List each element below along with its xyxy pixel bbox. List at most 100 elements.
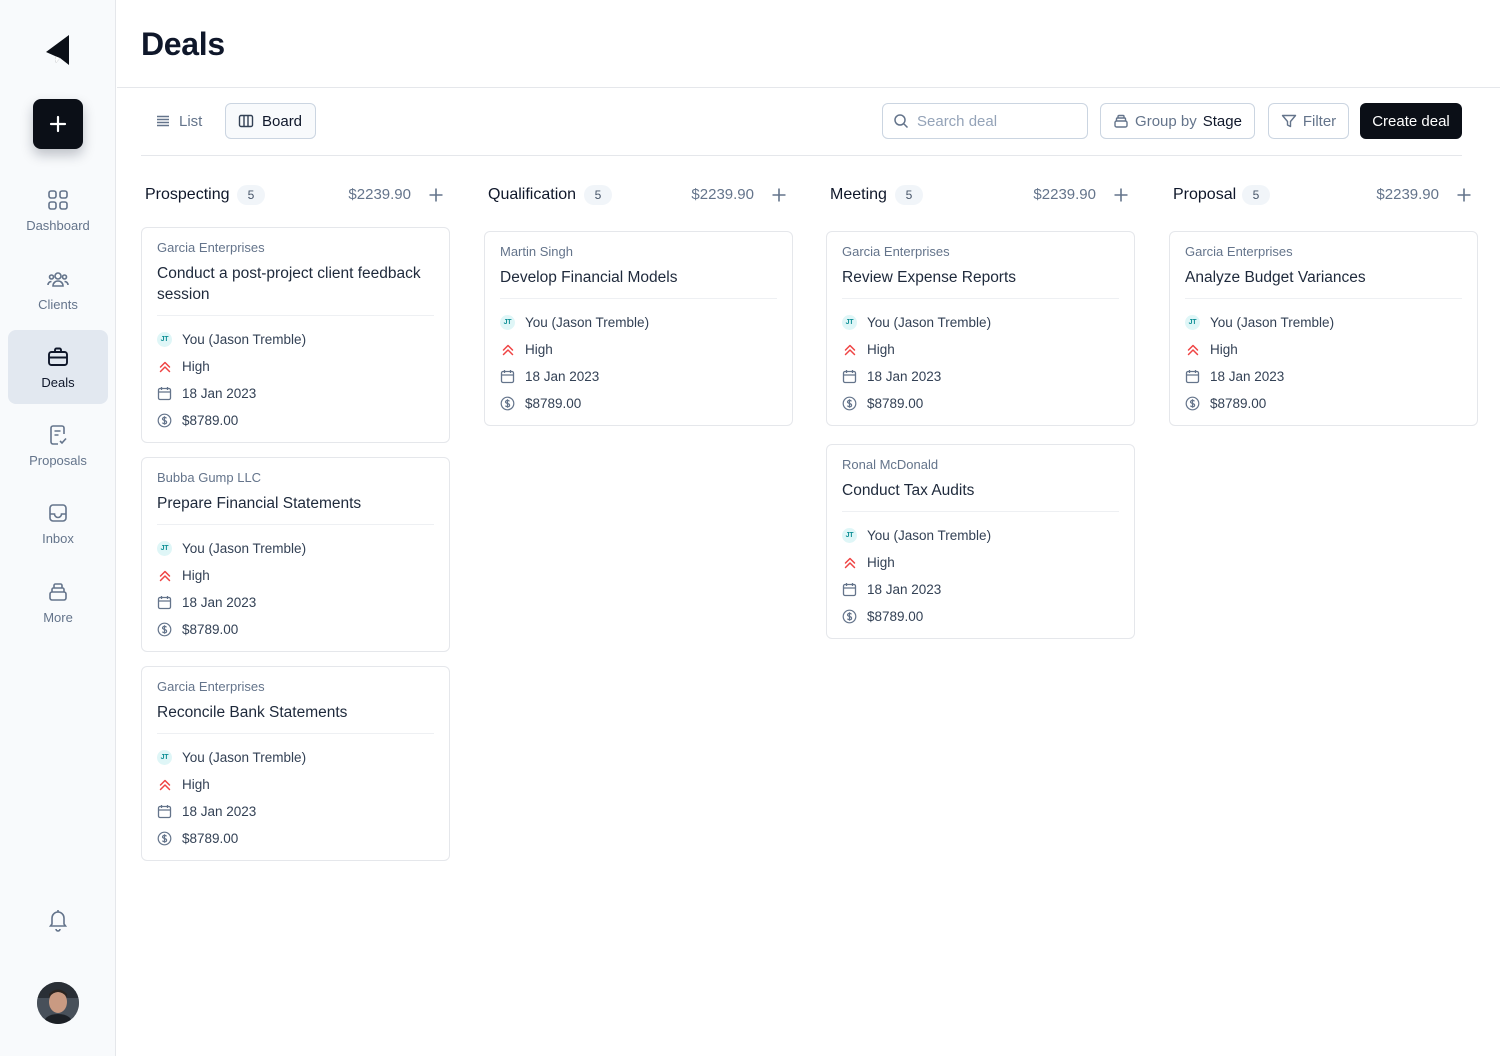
deal-company: Garcia Enterprises — [1185, 244, 1293, 259]
column-name: Meeting — [830, 186, 887, 203]
deal-owner-row: JT You (Jason Tremble) — [842, 309, 1119, 336]
sidebar-item-dashboard[interactable]: Dashboard — [8, 173, 108, 247]
group-by-button[interactable]: Group by Stage — [1100, 103, 1255, 139]
bell-icon[interactable] — [46, 907, 70, 933]
deal-owner: You (Jason Tremble) — [867, 528, 992, 543]
deal-date: 18 Jan 2023 — [867, 582, 942, 597]
sidebar: Dashboard Clients Deals Proposals Inbox … — [0, 0, 116, 1056]
sidebar-item-clients[interactable]: Clients — [8, 252, 108, 326]
deal-card[interactable]: Garcia Enterprises Analyze Budget Varian… — [1169, 231, 1478, 426]
deal-card[interactable]: Garcia Enterprises Review Expense Report… — [826, 231, 1135, 426]
column-total: $2239.90 — [348, 186, 411, 203]
column-name: Prospecting — [145, 186, 230, 203]
priority-high-icon — [159, 779, 170, 790]
deal-date-row: 18 Jan 2023 — [1185, 363, 1462, 390]
calendar-icon — [842, 370, 857, 384]
filter-icon — [1281, 114, 1297, 128]
column-name: Proposal — [1173, 186, 1237, 203]
list-icon — [157, 115, 169, 127]
calendar-icon — [157, 387, 172, 401]
priority-high-icon — [844, 344, 855, 355]
add-deal-icon[interactable] — [770, 186, 788, 204]
deal-date: 18 Jan 2023 — [182, 386, 257, 401]
deal-priority: High — [182, 359, 210, 374]
add-deal-icon[interactable] — [427, 186, 445, 204]
board-column-prospecting: Prospecting 5 $2239.90 Garcia Enterprise… — [141, 181, 451, 861]
search-input[interactable] — [917, 112, 1077, 130]
board-view-button[interactable]: Board — [225, 103, 316, 139]
board-column-qualification: Qualification 5 $2239.90 Martin Singh De… — [484, 181, 794, 426]
avatar[interactable] — [37, 982, 79, 1024]
grid-icon — [48, 189, 68, 210]
deal-owner: You (Jason Tremble) — [182, 750, 307, 765]
sidebar-item-label: Inbox — [42, 530, 74, 546]
sidebar-item-label: Clients — [38, 296, 78, 312]
deal-amount: $8789.00 — [182, 622, 239, 637]
deal-card[interactable]: Martin Singh Develop Financial Models JT… — [484, 231, 793, 426]
deal-date: 18 Jan 2023 — [182, 595, 257, 610]
deal-amount-row: $8789.00 — [500, 390, 777, 417]
column-total: $2239.90 — [1376, 186, 1439, 203]
sidebar-item-inbox[interactable]: Inbox — [8, 486, 108, 560]
deal-priority-row: High — [500, 336, 777, 363]
sidebar-item-label: More — [43, 609, 73, 625]
deal-owner-row: JT You (Jason Tremble) — [157, 326, 434, 353]
deal-owner-row: JT You (Jason Tremble) — [157, 744, 434, 771]
deal-amount: $8789.00 — [867, 396, 924, 411]
deal-company: Garcia Enterprises — [157, 679, 265, 694]
logo-icon[interactable] — [44, 34, 72, 66]
board-view-label: Board — [262, 112, 303, 130]
sidebar-item-deals[interactable]: Deals — [8, 330, 108, 404]
sidebar-item-proposals[interactable]: Proposals — [8, 408, 108, 482]
deal-amount: $8789.00 — [867, 609, 924, 624]
briefcase-icon — [48, 347, 68, 366]
dollar-circle-icon — [157, 831, 172, 846]
owner-avatar: JT — [500, 315, 515, 330]
deal-company: Martin Singh — [500, 244, 573, 259]
calendar-icon — [842, 583, 857, 597]
deal-priority-row: High — [842, 549, 1119, 576]
group-by-value: Stage — [1202, 112, 1242, 130]
deal-owner-row: JT You (Jason Tremble) — [157, 535, 434, 562]
filter-label: Filter — [1302, 112, 1337, 130]
owner-avatar: JT — [842, 528, 857, 543]
plus-icon — [49, 115, 67, 133]
deal-owner: You (Jason Tremble) — [1210, 315, 1335, 330]
deal-card[interactable]: Garcia Enterprises Reconcile Bank Statem… — [141, 666, 450, 861]
create-deal-button[interactable]: Create deal — [1360, 103, 1462, 139]
deal-amount-row: $8789.00 — [157, 825, 434, 852]
dollar-circle-icon — [1185, 396, 1200, 411]
deal-card[interactable]: Bubba Gump LLC Prepare Financial Stateme… — [141, 457, 450, 652]
deal-owner: You (Jason Tremble) — [182, 332, 307, 347]
board-column-meeting: Meeting 5 $2239.90 Garcia Enterprises Re… — [826, 181, 1136, 639]
list-view-label: List — [179, 112, 203, 130]
list-view-button[interactable]: List — [143, 103, 214, 139]
deal-priority-row: High — [157, 562, 434, 589]
add-deal-icon[interactable] — [1112, 186, 1130, 204]
column-total: $2239.90 — [1033, 186, 1096, 203]
dollar-circle-icon — [842, 396, 857, 411]
page-title: Deals — [141, 26, 225, 62]
search-box[interactable] — [882, 103, 1088, 139]
quick-add-button[interactable] — [33, 99, 83, 149]
priority-high-icon — [159, 361, 170, 372]
deal-title: Reconcile Bank Statements — [157, 702, 434, 734]
deal-card[interactable]: Garcia Enterprises Conduct a post-projec… — [141, 227, 450, 443]
deal-title: Conduct a post-project client feedback s… — [157, 263, 434, 316]
deal-priority-row: High — [157, 771, 434, 798]
column-count-badge: 5 — [895, 185, 923, 205]
stack-icon — [1114, 114, 1128, 128]
priority-high-icon — [502, 344, 513, 355]
deal-company: Bubba Gump LLC — [157, 470, 262, 485]
deal-date-row: 18 Jan 2023 — [500, 363, 777, 390]
page-header: Deals — [117, 0, 1500, 88]
deal-amount: $8789.00 — [525, 396, 582, 411]
deal-date-row: 18 Jan 2023 — [157, 589, 434, 616]
filter-button[interactable]: Filter — [1268, 103, 1349, 139]
sidebar-item-more[interactable]: More — [8, 565, 108, 639]
deal-amount: $8789.00 — [182, 413, 239, 428]
deal-card[interactable]: Ronal McDonald Conduct Tax Audits JT You… — [826, 444, 1135, 639]
deal-date-row: 18 Jan 2023 — [157, 380, 434, 407]
add-deal-icon[interactable] — [1455, 186, 1473, 204]
stack-icon — [49, 582, 67, 601]
